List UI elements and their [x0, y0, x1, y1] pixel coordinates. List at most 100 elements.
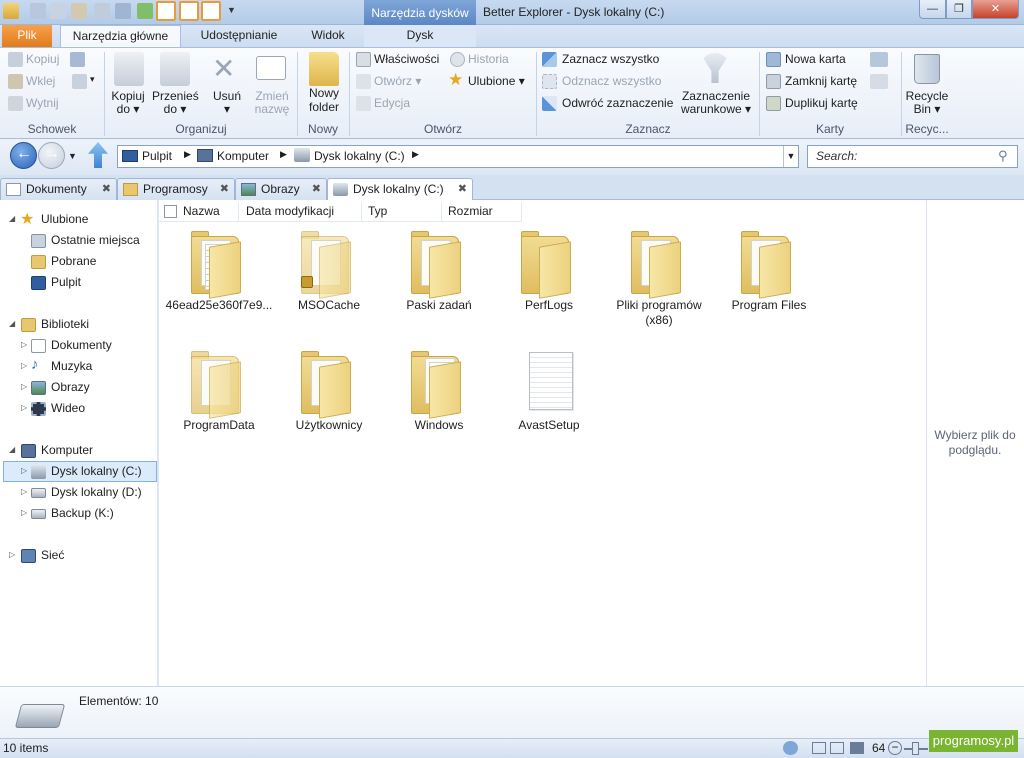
expand-arrow-icon[interactable]: ◢: [9, 445, 15, 454]
view-icons-icon[interactable]: [850, 742, 864, 754]
maximize-button[interactable]: ❐: [946, 0, 972, 19]
cut-button[interactable]: Wytnij: [26, 96, 59, 110]
history-button[interactable]: Historia: [468, 52, 509, 66]
new-folder-icon[interactable]: [137, 3, 153, 19]
copy-button[interactable]: Kopiuj: [26, 52, 59, 66]
tree-videos[interactable]: Wideo: [51, 401, 85, 415]
layout-pane-icon[interactable]: [156, 1, 176, 21]
minimize-button[interactable]: —: [919, 0, 946, 19]
new-folder-button-2[interactable]: folder: [300, 100, 348, 114]
doc-tab-programosy[interactable]: Programosy ✖: [117, 178, 235, 200]
doc-tab-local-disk-c[interactable]: Dysk lokalny (C:) ✖: [327, 178, 473, 201]
tab-view[interactable]: Widok: [298, 25, 358, 47]
select-all-checkbox[interactable]: [164, 205, 177, 218]
tree-music[interactable]: Muzyka: [51, 359, 92, 373]
expand-arrow-icon[interactable]: ◢: [9, 214, 15, 223]
folder-item[interactable]: ProgramData: [164, 350, 274, 460]
folder-item[interactable]: MSOCache: [274, 230, 384, 340]
collapse-arrow-icon[interactable]: ▷: [21, 340, 27, 349]
tree-computer[interactable]: Komputer: [41, 443, 93, 457]
rename-button[interactable]: Zmień: [250, 89, 294, 103]
tree-favorites[interactable]: Ulubione: [41, 212, 88, 226]
layout-columns-icon[interactable]: [179, 1, 199, 21]
copy-icon[interactable]: [50, 3, 66, 19]
doc-tab-dokumenty[interactable]: Dokumenty ✖: [0, 178, 117, 200]
tree-drive-d[interactable]: Dysk lokalny (D:): [51, 485, 142, 499]
folder-item[interactable]: Pliki programów (x86): [604, 230, 714, 340]
column-date-modified[interactable]: Data modyfikacji: [240, 202, 362, 222]
breadcrumb-chevron-icon[interactable]: ▶: [280, 149, 287, 160]
paste-icon[interactable]: [71, 3, 87, 19]
properties-icon[interactable]: [115, 3, 131, 19]
tree-pictures[interactable]: Obrazy: [51, 380, 90, 394]
close-tab-icon[interactable]: ✖: [102, 179, 111, 199]
copy-path-icon[interactable]: [70, 52, 85, 67]
quick-access-dropdown-icon[interactable]: ▼: [227, 5, 236, 15]
tree-drive-c[interactable]: Dysk lokalny (C:): [51, 464, 142, 478]
new-folder-button[interactable]: Nowy: [300, 86, 348, 100]
folder-item[interactable]: PerfLogs: [494, 230, 604, 340]
move-to-button-arrow[interactable]: do ▾: [152, 102, 198, 116]
edit-button[interactable]: Edycja: [374, 96, 410, 110]
zoom-out-button[interactable]: −: [888, 741, 902, 755]
folder-item[interactable]: Windows: [384, 350, 494, 460]
paste-dropdown-icon[interactable]: ▾: [90, 74, 95, 85]
breadcrumb-local-disk[interactable]: Dysk lokalny (C:): [314, 149, 405, 163]
view-details-icon[interactable]: [812, 742, 826, 754]
history-dropdown-icon[interactable]: ▼: [68, 151, 77, 161]
column-size[interactable]: Rozmiar: [442, 202, 522, 222]
breadcrumb-pulpit[interactable]: Pulpit: [142, 149, 172, 163]
rename-button-2[interactable]: nazwę: [250, 102, 294, 116]
folder-item[interactable]: Program Files: [714, 230, 824, 340]
tab-group-icon[interactable]: [870, 52, 888, 67]
tree-downloads[interactable]: Pobrane: [51, 254, 96, 268]
zoom-slider-thumb[interactable]: [912, 742, 919, 755]
recycle-bin-button-2[interactable]: Bin ▾: [903, 102, 951, 116]
close-tab-icon[interactable]: ✖: [312, 179, 321, 199]
conditional-select-button-2[interactable]: warunkowe ▾: [680, 102, 752, 116]
collapse-arrow-icon[interactable]: ▷: [21, 487, 27, 496]
breadcrumb-chevron-icon[interactable]: ▶: [184, 149, 191, 160]
tab-share[interactable]: Udostępnianie: [190, 25, 288, 47]
tree-network[interactable]: Sieć: [41, 548, 64, 562]
recycle-bin-button[interactable]: Recycle: [903, 89, 951, 103]
cut-icon[interactable]: [30, 3, 46, 19]
copy-to-button[interactable]: Kopiuj: [110, 89, 146, 103]
collapse-arrow-icon[interactable]: ▷: [21, 361, 27, 370]
tree-libraries[interactable]: Biblioteki: [41, 317, 89, 331]
open-button[interactable]: Otwórz ▾: [374, 74, 421, 88]
tab-file[interactable]: Plik: [2, 25, 52, 47]
paste-shortcut-icon[interactable]: [72, 74, 87, 89]
file-item[interactable]: AvastSetup: [494, 350, 604, 460]
delete-button[interactable]: Usuń: [208, 89, 246, 103]
collapse-arrow-icon[interactable]: ▷: [9, 550, 15, 559]
address-dropdown-icon[interactable]: ▼: [783, 146, 798, 167]
collapse-arrow-icon[interactable]: ▷: [21, 382, 27, 391]
close-tab-icon[interactable]: ✖: [458, 179, 467, 199]
close-tab-button[interactable]: Zamknij kartę: [785, 74, 857, 88]
expand-arrow-icon[interactable]: ◢: [9, 319, 15, 328]
delete-button-arrow[interactable]: ▾: [208, 102, 246, 116]
properties-button[interactable]: Właściwości: [374, 52, 439, 66]
move-to-button[interactable]: Przenieś: [152, 89, 199, 103]
tab-move-icon[interactable]: [870, 74, 888, 89]
doc-tab-obrazy[interactable]: Obrazy ✖: [235, 178, 327, 200]
conditional-select-button[interactable]: Zaznaczenie: [680, 89, 752, 103]
close-button[interactable]: ✕: [972, 0, 1019, 19]
search-icon[interactable]: ⚲: [998, 148, 1008, 164]
tree-documents[interactable]: Dokumenty: [51, 338, 112, 352]
collapse-arrow-icon[interactable]: ▷: [21, 403, 27, 412]
duplicate-tab-button[interactable]: Duplikuj kartę: [785, 96, 858, 110]
select-all-button[interactable]: Zaznacz wszystko: [562, 52, 659, 66]
delete-icon[interactable]: [94, 3, 110, 19]
folder-item[interactable]: 46ead25e360f7e9...: [164, 230, 274, 340]
collapse-arrow-icon[interactable]: ▷: [21, 508, 27, 517]
breadcrumb-chevron-icon[interactable]: ▶: [412, 149, 419, 160]
tree-desktop[interactable]: Pulpit: [51, 275, 81, 289]
breadcrumb-computer[interactable]: Komputer: [217, 149, 269, 163]
collapse-arrow-icon[interactable]: ▷: [21, 466, 27, 475]
copy-to-button-arrow[interactable]: do ▾: [110, 102, 146, 116]
tree-recent-places[interactable]: Ostatnie miejsca: [51, 233, 140, 247]
view-list-icon[interactable]: [830, 742, 844, 754]
new-tab-button[interactable]: Nowa karta: [785, 52, 846, 66]
